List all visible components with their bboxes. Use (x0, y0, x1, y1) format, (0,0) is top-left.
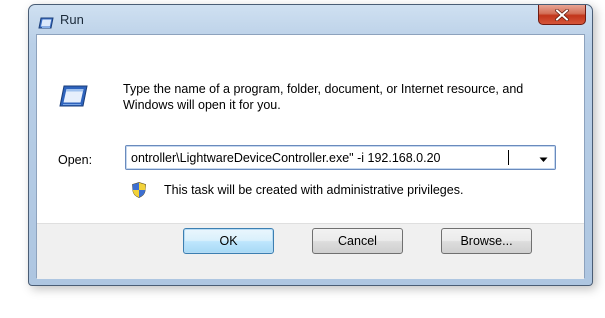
close-icon (555, 8, 569, 21)
chevron-down-icon (539, 148, 548, 167)
run-icon (38, 14, 54, 29)
uac-shield-icon (132, 182, 146, 198)
title-bar[interactable]: Run (29, 5, 592, 35)
window-title: Run (60, 12, 84, 27)
text-caret (508, 150, 509, 165)
dialog-description: Type the name of a program, folder, docu… (123, 82, 524, 112)
close-button[interactable] (538, 5, 586, 25)
cancel-button[interactable]: Cancel (312, 228, 403, 254)
admin-privileges-notice: This task will be created with administr… (164, 183, 464, 197)
open-label: Open: (58, 153, 93, 167)
open-combobox[interactable] (125, 145, 556, 170)
browse-button[interactable]: Browse... (441, 228, 532, 254)
open-input[interactable] (127, 147, 527, 168)
ok-button[interactable]: OK (183, 228, 274, 254)
run-dialog-window: Run Type the name of a program, folder, … (28, 4, 593, 286)
dropdown-button[interactable] (533, 148, 553, 167)
run-icon (58, 84, 88, 108)
